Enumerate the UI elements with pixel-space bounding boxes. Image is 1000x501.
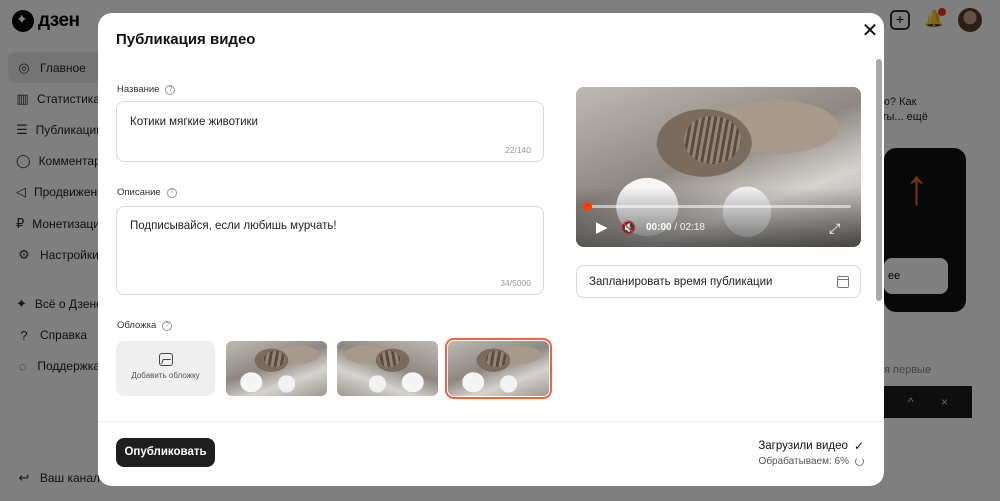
name-field[interactable]: Котики мягкие животики 22/140 xyxy=(116,101,544,162)
add-cover-button[interactable]: Добавить обложку xyxy=(116,341,215,396)
current-time: 00:00 xyxy=(646,222,672,233)
cover-thumbnail[interactable] xyxy=(337,341,438,396)
schedule-label: Запланировать время публикации xyxy=(589,276,773,288)
help-icon[interactable]: ? xyxy=(165,84,176,95)
publish-video-modal: Публикация видео ✕ Название ? Котики мяг… xyxy=(98,13,884,486)
spinner-icon xyxy=(855,457,864,466)
play-icon[interactable]: ▶ xyxy=(596,219,608,237)
name-label: Название xyxy=(117,84,160,95)
cat-thumbnail-image xyxy=(448,341,549,396)
name-label-row: Название ? xyxy=(117,84,176,95)
help-icon[interactable]: ? xyxy=(162,320,173,331)
processing-status: Обрабатываем: 6% xyxy=(759,456,864,467)
modal-title: Публикация видео xyxy=(116,31,256,48)
schedule-publication-field[interactable]: Запланировать время публикации xyxy=(576,265,861,298)
check-icon: ✓ xyxy=(853,439,864,453)
name-counter: 22/140 xyxy=(505,145,531,155)
mute-icon[interactable]: 🔇 xyxy=(620,219,636,237)
upload-status: Загрузили видео ✓ xyxy=(758,439,864,453)
cover-thumbnail[interactable] xyxy=(226,341,327,396)
description-field-value[interactable]: Подписывайся, если любишь мурчать! xyxy=(130,220,337,232)
help-icon[interactable]: ? xyxy=(166,187,177,198)
close-icon[interactable]: ✕ xyxy=(859,20,881,42)
image-icon xyxy=(158,353,173,366)
footer-divider xyxy=(98,421,884,422)
description-field[interactable]: Подписывайся, если любишь мурчать! 34/50… xyxy=(116,206,544,295)
publish-button[interactable]: Опубликовать xyxy=(116,438,215,467)
fullscreen-icon[interactable]: ⤢ xyxy=(829,219,840,237)
description-label-row: Описание ? xyxy=(117,187,177,198)
video-time: 00:00 / 02:18 xyxy=(646,222,705,233)
description-counter: 34/5000 xyxy=(500,278,531,288)
cover-thumbnail-selected[interactable] xyxy=(445,338,552,399)
description-label: Описание xyxy=(117,187,161,198)
video-controls-shade xyxy=(576,187,861,247)
video-progress-bar[interactable] xyxy=(583,202,851,211)
cat-thumbnail-image xyxy=(337,341,438,396)
upload-status-label: Загрузили видео xyxy=(758,440,848,452)
name-field-value[interactable]: Котики мягкие животики xyxy=(130,116,258,128)
add-cover-label: Добавить обложку xyxy=(131,371,200,380)
duration: / 02:18 xyxy=(674,222,705,233)
calendar-icon[interactable] xyxy=(837,276,849,288)
cover-label: Обложка xyxy=(117,320,157,331)
processing-status-label: Обрабатываем: 6% xyxy=(758,456,849,467)
video-player[interactable]: ▶ 🔇 00:00 / 02:18 ⤢ xyxy=(576,87,861,247)
progress-handle[interactable] xyxy=(583,202,592,211)
cover-label-row: Обложка ? xyxy=(117,320,173,331)
cat-thumbnail-image xyxy=(226,341,327,396)
scrollbar[interactable] xyxy=(876,59,882,301)
